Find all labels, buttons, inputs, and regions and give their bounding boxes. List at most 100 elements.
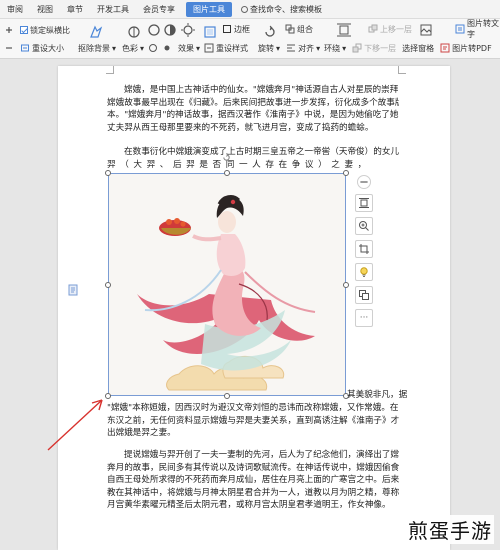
send-backward-label: 下移一层 <box>364 43 397 53</box>
collapse-toolbar-button[interactable] <box>357 175 371 189</box>
surround-label: 环绕 <box>324 43 341 53</box>
command-search-label: 查找命令、搜索模板 <box>250 4 322 14</box>
size-spinner-down[interactable] <box>4 40 14 56</box>
search-icon <box>241 5 248 13</box>
rotate-button[interactable]: 旋转 ▾ <box>258 40 280 56</box>
rotate-handle[interactable] <box>222 147 231 161</box>
text-line: 本。"嫦娥奔月"的神话故事，据西汉著作《淮南子》中说，是因为她偷吃了她 <box>107 110 399 120</box>
image-to-text-icon <box>359 290 369 300</box>
layout-options-icon <box>359 198 369 208</box>
image-to-pdf-label: 图片转PDF <box>452 43 492 53</box>
color-button[interactable]: 色彩 ▾ <box>122 40 144 56</box>
bring-forward-button[interactable]: 上移一层 <box>368 21 412 37</box>
text-line: 东汉之前，无任何资料显示嫦娥与羿是夫妻关系，直到高诱注解《淮南子》才指 <box>107 415 399 426</box>
paragraph-4[interactable]: 提说嫦娥与羿开创了一夫一妻制的先河，后人为了纪念他们，演绎出了嫦娥 奔月的故事，… <box>107 449 399 512</box>
color-icon[interactable] <box>126 24 142 40</box>
tab-picture-tools[interactable]: 图片工具 <box>186 1 232 17</box>
lightbulb-icon <box>360 267 368 277</box>
bring-forward-icon <box>368 24 378 34</box>
paragraph-2[interactable]: 在数事衍化中嫦娥演变成了上古时期三皇五帝之一帝喾（天帝俊）的女儿、 羿（大羿、后… <box>107 146 399 171</box>
ellipsis-icon: ··· <box>359 313 369 323</box>
resize-handle-top-left[interactable] <box>105 170 111 176</box>
reset-style-button[interactable]: 重设样式 <box>204 40 248 56</box>
select-pane-button[interactable]: 选择窗格 <box>402 40 434 56</box>
resize-handle-middle-left[interactable] <box>105 282 111 288</box>
tab-member-exclusive[interactable]: 会员专享 <box>136 0 182 19</box>
rotate-icon[interactable] <box>262 24 278 40</box>
contrast-down-icon[interactable] <box>162 22 176 36</box>
text-line: 其美貌非凡，据说 <box>347 390 407 400</box>
zoom-image-button[interactable] <box>355 217 373 235</box>
effects-button[interactable]: 效果 ▾ <box>178 40 200 56</box>
brightness-icon[interactable] <box>180 22 195 37</box>
effects-icon[interactable] <box>202 24 218 40</box>
border-icon <box>222 24 232 34</box>
rotate-handle-icon <box>223 152 230 161</box>
toolbar-row-1: 锁定纵横比 <box>4 21 70 39</box>
toolbar-row-2-labels: 抠除背景 ▾ 色彩 ▾ 效果 ▾ 重设样式 旋转 ▾ 对齐 ▾ 环绕 ▾ 下移一… <box>78 39 492 57</box>
margin-corner-mark <box>106 66 114 74</box>
tab-chapter[interactable]: 章节 <box>60 0 90 19</box>
contrast-up-icon[interactable] <box>146 22 160 36</box>
contrast-button[interactable] <box>148 40 158 56</box>
surround-button[interactable]: 环绕 ▾ <box>324 40 346 56</box>
send-backward-icon <box>352 43 362 53</box>
align-button[interactable]: 对齐 ▾ <box>286 40 320 56</box>
toolbar-row-2: 重设大小 <box>4 39 64 57</box>
border-label: 边框 <box>234 24 250 34</box>
surround-icon[interactable] <box>336 22 351 37</box>
send-backward-button[interactable]: 下移一层 <box>352 40 396 56</box>
plus-icon <box>4 25 14 35</box>
text-beside-image[interactable]: 其美貌非凡，据说 <box>347 389 407 402</box>
reset-style-icon <box>204 43 214 53</box>
paste-options-icon[interactable] <box>68 281 80 296</box>
ribbon-tab-bar: 审阅 视图 章节 开发工具 会员专享 图片工具 查找命令、搜索模板 <box>0 0 500 19</box>
chevron-down-icon: ▾ <box>342 43 347 53</box>
watermark-logo: 煎蛋手游 <box>406 515 494 544</box>
chevron-down-icon: ▾ <box>196 43 201 53</box>
lock-ratio-checkbox[interactable]: 锁定纵横比 <box>20 22 70 38</box>
text-line: 嫦娥故事最早出现在《归藏》。后来民间把故事进一步发挥，衍化成多个故事版 <box>107 97 399 108</box>
image-to-pdf-button[interactable]: 图片转PDF <box>440 40 492 56</box>
select-pane-label: 选择窗格 <box>402 43 435 53</box>
chevron-down-icon: ▾ <box>316 43 321 53</box>
reset-size-button[interactable]: 重设大小 <box>20 40 64 56</box>
resize-handle-top-center[interactable] <box>224 170 230 176</box>
remove-background-button[interactable]: 抠除背景 ▾ <box>78 40 116 56</box>
brightness-down-button[interactable] <box>162 40 172 56</box>
layout-options-button[interactable] <box>355 194 373 212</box>
text-line: 羿（大羿、后羿是否同一人存在争议）之妻， <box>107 159 371 170</box>
remove-background-icon[interactable] <box>88 24 104 40</box>
more-options-button[interactable]: ··· <box>355 309 373 327</box>
combine-label: 组合 <box>297 24 313 34</box>
rotate-label: 旋转 <box>258 43 275 53</box>
extract-text-button[interactable] <box>355 286 373 304</box>
text-line: 丈夫羿从西王母那里要来的不死药，就飞进月宫，变成了捣药的蟾蜍。 <box>107 122 374 133</box>
tab-review[interactable]: 审阅 <box>0 0 30 19</box>
resize-handle-middle-right[interactable] <box>343 282 349 288</box>
combine-button[interactable]: 组合 <box>285 21 313 37</box>
image-to-text-button[interactable]: 图片转文字 <box>455 19 500 39</box>
pdf-icon <box>440 43 450 53</box>
resize-handle-bottom-center[interactable] <box>224 393 230 399</box>
zoom-icon <box>359 221 369 231</box>
paragraph-1[interactable]: 嫦娥，是中国上古神话中的仙女。"嫦娥奔月"神话源自古人对星辰的崇拜， 嫦娥故事最… <box>107 84 399 134</box>
paste-options-glyph <box>68 284 78 296</box>
selected-image[interactable] <box>108 173 346 396</box>
border-button[interactable]: 边框 <box>222 21 250 37</box>
command-search[interactable]: 查找命令、搜索模板 <box>236 4 327 15</box>
paragraph-3[interactable]: "嫦娥"本称姮娥，因西汉时为避汉文帝刘恒的忌讳而改称嫦娥，又作常娥。在 东汉之前… <box>107 402 399 440</box>
size-spinner-up[interactable] <box>4 22 14 38</box>
align-icon <box>286 43 296 53</box>
image-layers-icon[interactable] <box>418 22 432 36</box>
resize-handle-top-right[interactable] <box>343 170 349 176</box>
text-line: 教在其神话中，将嫦娥与月神太阴星君合并为一人，道教以月为阴之精，尊称为 <box>107 487 399 498</box>
tab-developer-tools[interactable]: 开发工具 <box>90 0 136 19</box>
tab-view[interactable]: 视图 <box>30 0 60 19</box>
align-label: 对齐 <box>298 43 315 53</box>
image-ideas-button[interactable] <box>355 263 373 281</box>
checkbox-checked-icon <box>20 26 28 34</box>
text-line: 嫦娥，是中国上古神话中的仙女。"嫦娥奔月"神话源自古人对星辰的崇拜， <box>124 85 399 95</box>
crop-button[interactable] <box>355 240 373 258</box>
text-line: 出嫦娥是羿之妻。 <box>107 428 176 438</box>
